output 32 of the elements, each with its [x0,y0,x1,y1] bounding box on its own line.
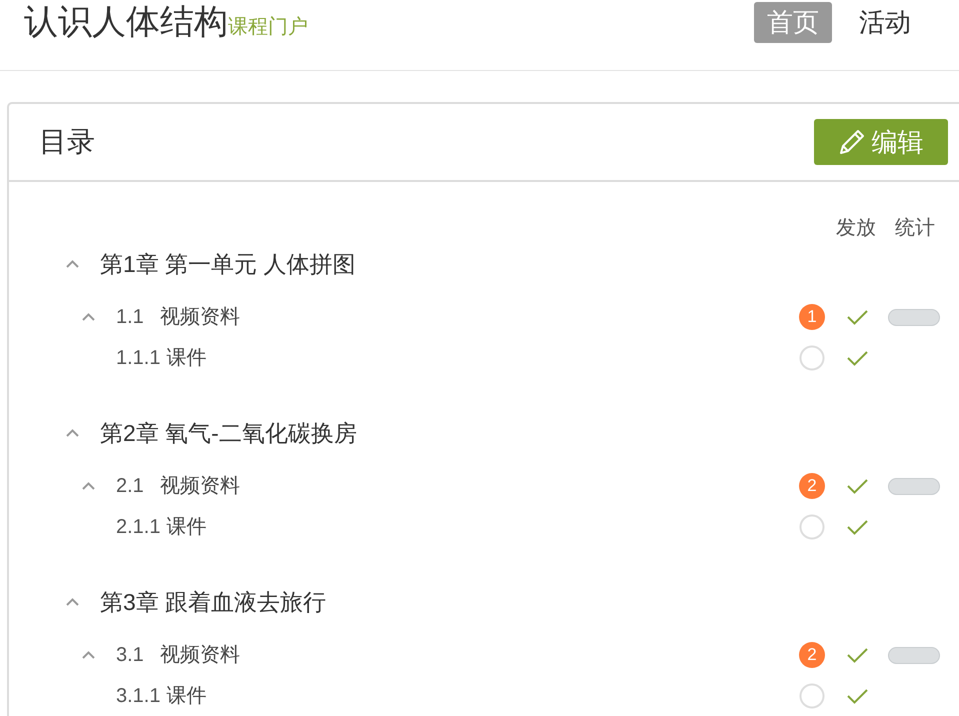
subsection-number: 2.1.1 [116,515,160,540]
section-number: 3.1 [116,643,144,668]
chevron-up-icon[interactable] [82,482,95,490]
section-title[interactable]: 视频资料 [160,471,240,501]
panel-title: 目录 [39,125,95,159]
subsection-number: 3.1.1 [116,684,160,709]
subsection-title[interactable]: 课件 [166,681,206,711]
subsection-title[interactable]: 课件 [166,512,206,542]
chevron-up-icon[interactable] [66,429,79,437]
subsection-title[interactable]: 课件 [166,343,206,373]
chevron-up-icon[interactable] [66,260,79,268]
column-header: 统计 [895,216,935,240]
chevron-up-icon[interactable] [66,598,79,606]
subsection-number: 1.1.1 [116,346,160,371]
count-badge: 2 [799,473,825,499]
pencil-icon [838,129,864,155]
section-number: 2.1 [116,474,144,499]
empty-circle-icon [799,514,825,540]
section-title[interactable]: 视频资料 [160,302,240,332]
section-number: 1.1 [116,305,144,330]
empty-circle-icon [799,345,825,371]
course-title: 认识人体结构 [24,2,228,43]
column-header: 发放 [836,216,876,240]
chevron-up-icon[interactable] [82,313,95,321]
chevron-up-icon[interactable] [82,651,95,659]
chapter-title[interactable]: 第2章 氧气-二氧化碳换房 [100,416,357,450]
chapter-title[interactable]: 第3章 跟着血液去旅行 [100,584,326,620]
section-title[interactable]: 视频资料 [160,640,240,670]
count-badge: 2 [799,642,825,668]
count-badge: 1 [799,304,825,330]
chapter-title[interactable]: 第1章 第一单元 人体拼图 [100,246,356,282]
empty-circle-icon [799,683,825,709]
